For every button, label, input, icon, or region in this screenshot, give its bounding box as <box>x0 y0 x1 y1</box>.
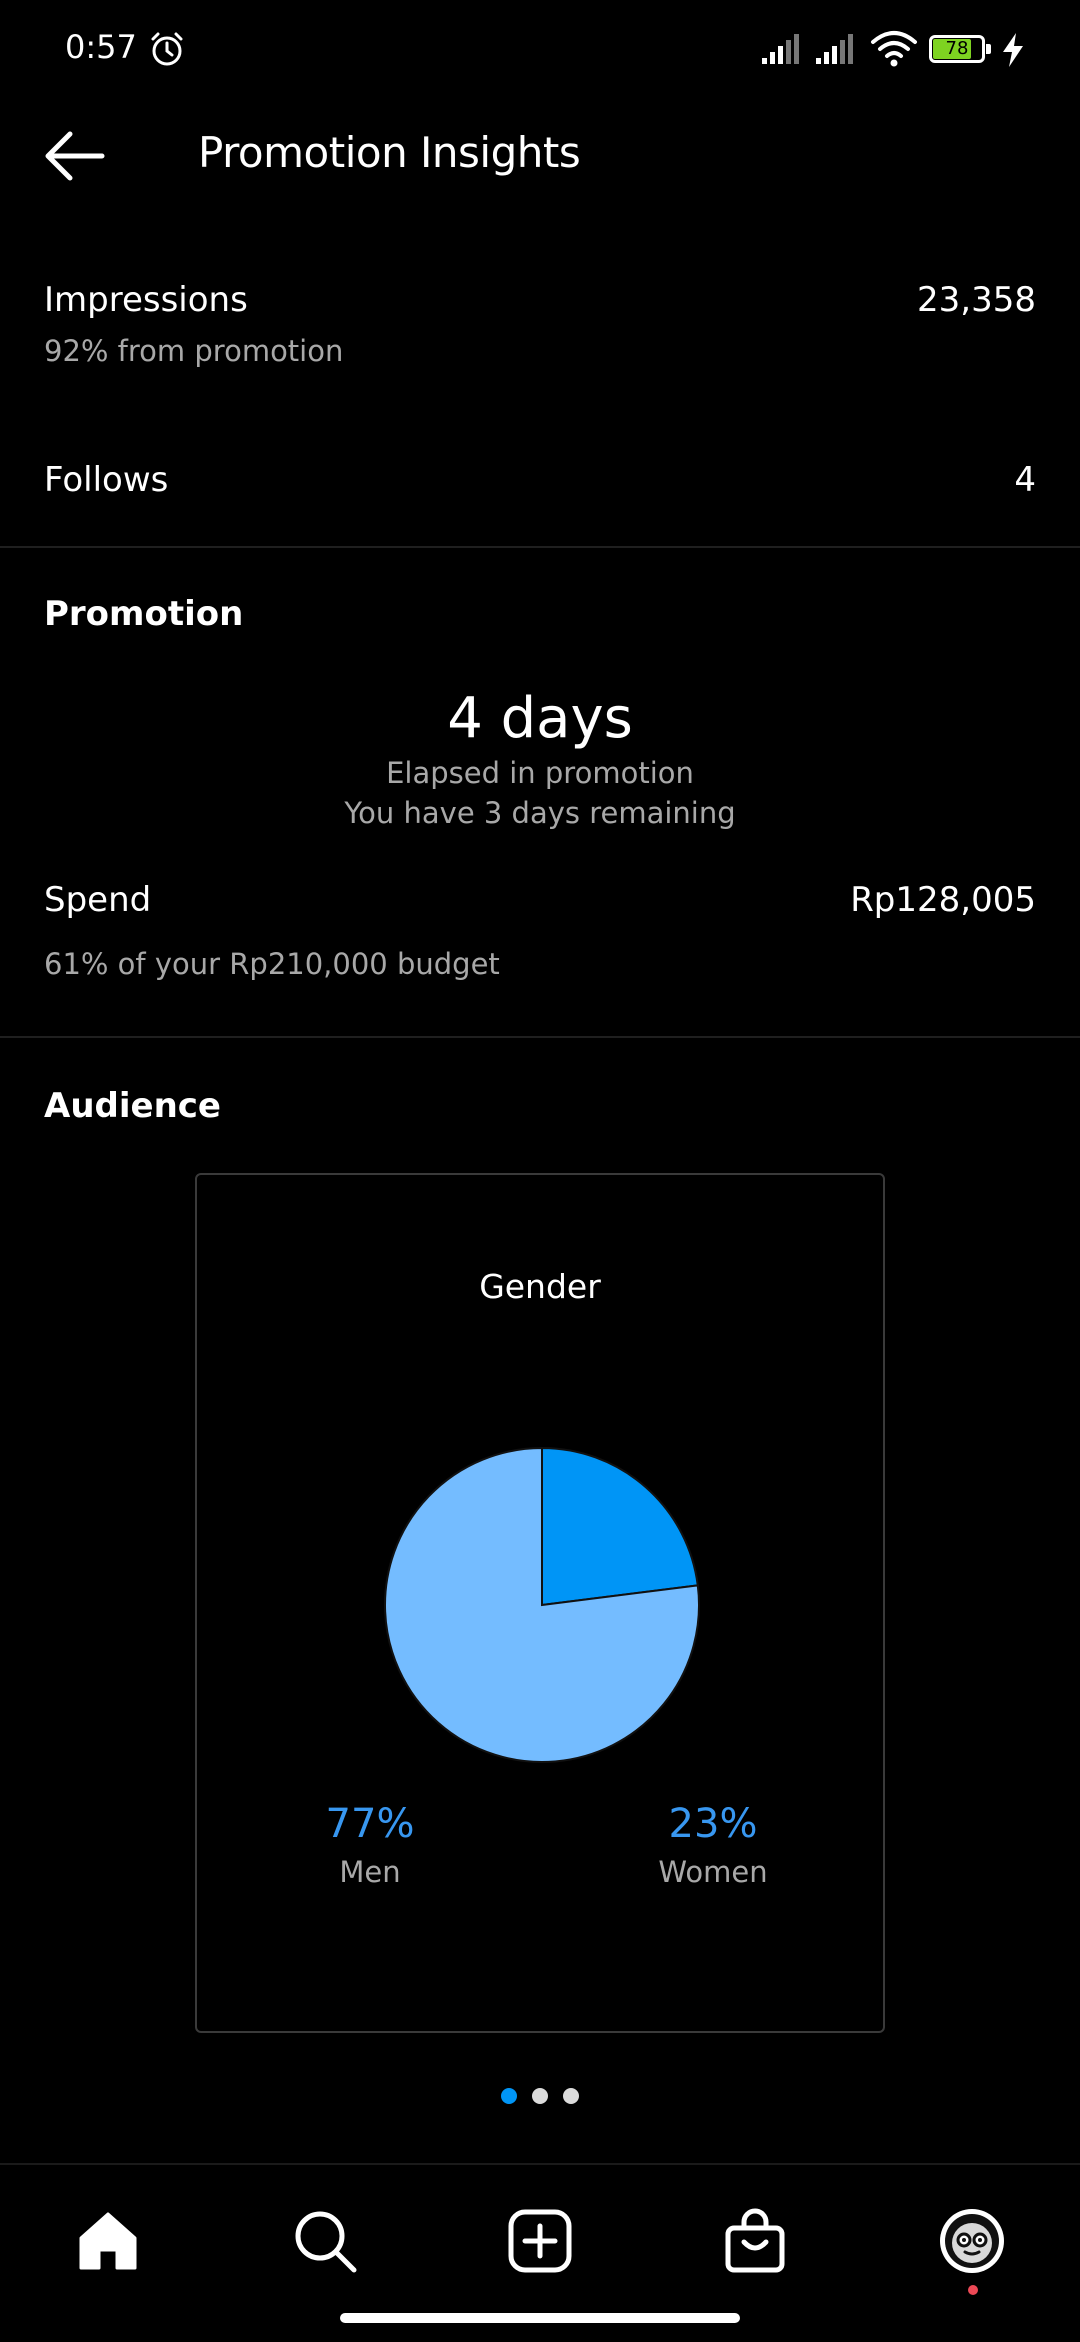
women-percentage: 23% <box>668 1801 758 1847</box>
spend-label: Spend <box>44 880 152 920</box>
signal-icon <box>816 34 853 64</box>
home-icon <box>79 2212 137 2270</box>
profile-avatar <box>940 2209 1004 2273</box>
budget-text: 61% of your Rp210,000 budget <box>44 947 500 981</box>
promotion-remaining-text: You have 3 days remaining <box>344 796 736 830</box>
audience-section-title: Audience <box>44 1086 221 1126</box>
pie-slice-women <box>541 1446 699 1607</box>
follows-value: 4 <box>1014 460 1036 500</box>
home-indicator <box>340 2313 740 2323</box>
divider <box>0 1036 1080 1038</box>
profile-tab[interactable] <box>932 2201 1012 2281</box>
promotion-section-title: Promotion <box>44 594 244 634</box>
alarm-icon <box>151 32 183 66</box>
status-bar: 0:57 78 <box>0 0 1080 100</box>
battery-level: 78 <box>945 38 969 59</box>
promotion-elapsed-text: Elapsed in promotion <box>386 756 694 790</box>
wifi-icon <box>871 31 917 67</box>
women-label: Women <box>658 1855 768 1889</box>
promotion-days: 4 days <box>447 686 633 751</box>
page-dot <box>501 2088 517 2104</box>
pie-chart-svg <box>384 1446 700 1763</box>
home-tab[interactable] <box>68 2201 148 2281</box>
search-icon <box>295 2211 357 2273</box>
shop-icon <box>725 2208 785 2273</box>
page-dot <box>563 2088 579 2104</box>
gender-card-title: Gender <box>479 1267 601 1306</box>
impressions-label: Impressions <box>44 280 248 320</box>
men-percentage: 77% <box>325 1801 415 1847</box>
search-tab[interactable] <box>285 2201 365 2281</box>
signal-icon <box>762 34 799 64</box>
men-label: Men <box>339 1855 401 1889</box>
notification-dot <box>968 2285 978 2295</box>
back-arrow-icon[interactable] <box>40 126 110 186</box>
create-post-icon <box>508 2209 572 2273</box>
impressions-subtext: 92% from promotion <box>44 334 344 368</box>
charging-bolt-icon <box>1003 33 1023 67</box>
header: Promotion Insights <box>0 100 1080 210</box>
follows-label: Follows <box>44 460 169 500</box>
impressions-value: 23,358 <box>917 280 1036 320</box>
shop-tab[interactable] <box>715 2201 795 2281</box>
create-tab[interactable] <box>500 2201 580 2281</box>
battery-icon: 78 <box>929 35 991 63</box>
spend-value: Rp128,005 <box>850 880 1036 920</box>
gender-pie-chart <box>382 1445 702 1765</box>
status-time: 0:57 <box>65 28 137 66</box>
page-dot <box>532 2088 548 2104</box>
gender-card[interactable]: Gender 77% Men 23% Women <box>195 1173 885 2033</box>
page-title: Promotion Insights <box>198 128 581 177</box>
divider <box>0 546 1080 548</box>
page-indicator <box>0 2088 1080 2108</box>
